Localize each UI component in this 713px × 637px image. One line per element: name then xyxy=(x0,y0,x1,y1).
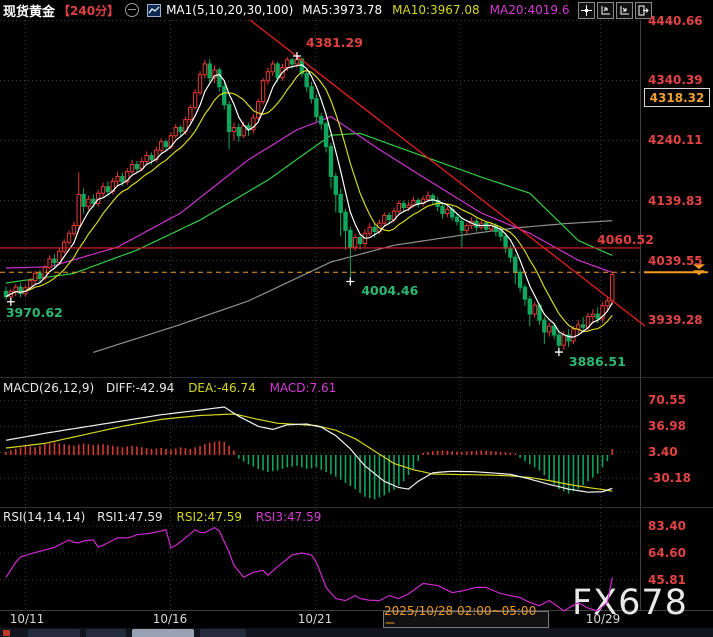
rsi-axis-label: 45.81 xyxy=(648,573,686,587)
axis-scale-left-icon[interactable] xyxy=(597,2,614,19)
crosshair-tool-icon[interactable] xyxy=(578,2,595,19)
macd-diff-value: DIFF:-42.94 xyxy=(106,381,174,395)
rsi2-value: RSI2:47.59 xyxy=(176,510,242,524)
macd-macd-value: MACD:7.61 xyxy=(270,381,337,395)
macd-axis-label: 70.55 xyxy=(648,393,686,407)
ma10-value: MA10:3967.08 xyxy=(392,3,480,17)
collapse-icon[interactable] xyxy=(125,3,139,17)
ma5-value: MA5:3973.78 xyxy=(302,3,382,17)
resistance-line-label: 4060.52 xyxy=(597,232,654,247)
trading-chart-app: FX678 现货黄金 【240分】 MA1(5,10,20,30,100) MA… xyxy=(0,0,713,637)
bottom-tab-active[interactable] xyxy=(132,629,194,637)
price-axis-label: 3939.28 xyxy=(648,313,703,327)
chart-canvas[interactable]: FX678 xyxy=(0,0,713,637)
swing-price-label: 3886.51 xyxy=(569,354,626,369)
rsi3-value: RSI3:47.59 xyxy=(256,510,322,524)
macd-axis-label: 3.40 xyxy=(648,445,678,459)
rsi-header: RSI(14,14,14) RSI1:47.59 RSI2:47.59 RSI3… xyxy=(3,510,321,524)
rsi-name: RSI(14,14,14) xyxy=(3,510,85,524)
rsi-axis-label: 83.40 xyxy=(648,519,686,533)
macd-header: MACD(26,12,9) DIFF:-42.94 DEA:-46.74 MAC… xyxy=(3,381,336,395)
ma20-value: MA20:4019.6 xyxy=(490,3,570,17)
x-axis-label: 10/29 xyxy=(586,612,621,626)
swing-price-label: 4004.46 xyxy=(361,283,418,298)
price-axis-label: 4240.11 xyxy=(648,133,703,147)
timeframe-label[interactable]: 【240分】 xyxy=(58,2,119,19)
bottom-tab-strip xyxy=(0,628,713,637)
swing-price-label: 3970.62 xyxy=(6,305,63,320)
chart-toolbar xyxy=(578,2,652,19)
price-axis-label: 4440.66 xyxy=(648,14,703,28)
bottom-tab[interactable] xyxy=(28,629,80,637)
macd-dea-value: DEA:-46.74 xyxy=(188,381,256,395)
chart-type-icon[interactable] xyxy=(147,4,161,17)
price-axis-label: 4340.39 xyxy=(648,73,703,87)
price-axis-label: 4039.55 xyxy=(648,254,703,268)
price-axis-label: 4139.83 xyxy=(648,194,703,208)
x-axis-label: 10/11 xyxy=(10,612,45,626)
ma-settings-label: MA1(5,10,20,30,100) xyxy=(166,3,293,17)
swing-price-label: 4381.29 xyxy=(306,35,363,50)
axis-scale-right-icon[interactable] xyxy=(616,2,633,19)
macd-axis-label: 36.98 xyxy=(648,419,686,433)
status-led xyxy=(3,630,10,636)
bottom-tab[interactable] xyxy=(200,629,246,637)
rsi1-value: RSI1:47.59 xyxy=(97,510,163,524)
selected-candle-time-label: 2025/10/28 02:00~05:00 二 xyxy=(383,611,549,628)
x-axis-label: 10/16 xyxy=(153,612,188,626)
macd-name: MACD(26,12,9) xyxy=(3,381,94,395)
macd-axis-label: -30.18 xyxy=(648,471,691,485)
bottom-tab[interactable] xyxy=(86,629,126,637)
highlighted-price-label: 4318.32 xyxy=(644,88,710,107)
symbol-name: 现货黄金 xyxy=(3,1,55,20)
x-axis-label: 10/21 xyxy=(298,612,333,626)
rsi-axis-label: 64.60 xyxy=(648,546,686,560)
